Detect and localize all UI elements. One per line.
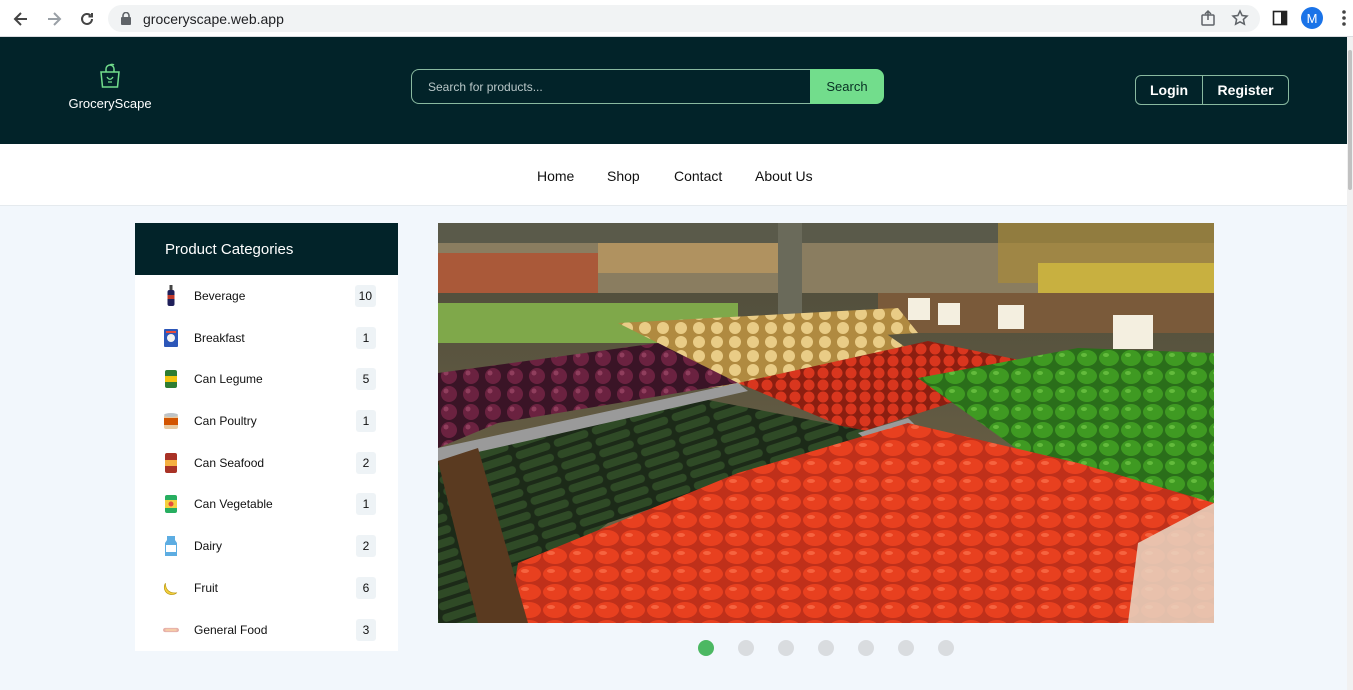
carousel-dot-5[interactable] — [858, 640, 874, 656]
milk-icon — [163, 535, 179, 557]
main-navigation: Home Shop Contact About Us — [0, 144, 1353, 206]
browser-toolbar: groceryscape.web.app M — [0, 0, 1353, 37]
carousel-dot-3[interactable] — [778, 640, 794, 656]
category-count: 6 — [356, 576, 376, 599]
address-bar[interactable]: groceryscape.web.app — [108, 5, 1260, 32]
hero-carousel-image[interactable] — [438, 223, 1214, 623]
category-item-fruit[interactable]: Fruit 6 — [135, 567, 398, 609]
category-count: 1 — [356, 410, 376, 433]
grocery-bag-icon — [100, 63, 120, 88]
category-item-beverage[interactable]: Beverage 10 — [135, 275, 398, 317]
bottle-icon — [163, 285, 179, 307]
nav-shop[interactable]: Shop — [607, 168, 640, 184]
product-categories-panel: Product Categories Beverage 10 Breakfast… — [135, 223, 398, 651]
nav-contact[interactable]: Contact — [674, 168, 722, 184]
category-count: 10 — [354, 285, 376, 307]
food-icon — [163, 619, 179, 641]
can-icon — [163, 452, 179, 474]
page-scrollbar-thumb[interactable] — [1348, 50, 1352, 190]
category-item-general-food[interactable]: General Food 3 — [135, 609, 398, 651]
forward-icon[interactable] — [41, 6, 67, 32]
category-count: 2 — [356, 535, 376, 558]
auth-buttons: Login Register — [1135, 75, 1289, 105]
category-item-can-poultry[interactable]: Can Poultry 1 — [135, 400, 398, 442]
side-panel-icon[interactable] — [1268, 6, 1292, 30]
search-input[interactable] — [411, 69, 811, 104]
categories-title: Product Categories — [135, 223, 398, 275]
produce-market-image — [438, 223, 1214, 623]
category-count: 1 — [356, 493, 376, 516]
can-icon — [163, 368, 179, 390]
category-count: 1 — [356, 326, 376, 349]
carousel-dot-7[interactable] — [938, 640, 954, 656]
category-count: 2 — [356, 451, 376, 474]
nav-about-us[interactable]: About Us — [755, 168, 813, 184]
category-label: Can Seafood — [194, 455, 265, 470]
category-item-can-legume[interactable]: Can Legume 5 — [135, 358, 398, 400]
reload-icon[interactable] — [74, 6, 100, 32]
profile-avatar[interactable]: M — [1301, 7, 1323, 29]
category-label: Fruit — [194, 580, 218, 595]
carousel-dot-4[interactable] — [818, 640, 834, 656]
category-label: Can Legume — [194, 372, 263, 387]
category-label: Dairy — [194, 539, 223, 554]
category-item-dairy[interactable]: Dairy 2 — [135, 525, 398, 567]
back-icon[interactable] — [8, 6, 34, 32]
category-label: General Food — [194, 622, 268, 637]
carousel-dot-6[interactable] — [898, 640, 914, 656]
category-label: Beverage — [194, 289, 246, 303]
menu-kebab-icon[interactable] — [1332, 6, 1353, 30]
site-header: GroceryScape Search Login Register — [0, 37, 1353, 144]
category-label: Can Poultry — [194, 414, 257, 429]
category-count: 5 — [356, 368, 376, 391]
lock-icon — [121, 11, 131, 30]
login-button[interactable]: Login — [1136, 76, 1204, 104]
nav-home[interactable]: Home — [537, 168, 574, 184]
can-icon — [163, 410, 179, 432]
category-item-breakfast[interactable]: Breakfast 1 — [135, 317, 398, 359]
category-count: 3 — [356, 618, 376, 641]
share-icon[interactable] — [1197, 6, 1221, 30]
site-logo[interactable]: GroceryScape — [60, 63, 160, 111]
category-item-can-seafood[interactable]: Can Seafood 2 — [135, 442, 398, 484]
carousel-dot-1[interactable] — [698, 640, 714, 656]
category-label: Breakfast — [194, 330, 245, 345]
bookmark-star-icon[interactable] — [1228, 6, 1252, 30]
brand-name: GroceryScape — [68, 96, 152, 111]
cereal-box-icon — [163, 327, 179, 349]
search-button[interactable]: Search — [810, 69, 884, 104]
carousel-dot-2[interactable] — [738, 640, 754, 656]
can-icon — [163, 493, 179, 515]
url-text: groceryscape.web.app — [143, 11, 284, 27]
category-item-can-vegetable[interactable]: Can Vegetable 1 — [135, 483, 398, 525]
search-bar: Search — [411, 69, 884, 104]
register-button[interactable]: Register — [1203, 76, 1288, 104]
category-label: Can Vegetable — [194, 497, 273, 512]
category-list: Beverage 10 Breakfast 1 Can Legume 5 Can… — [135, 275, 398, 650]
banana-icon — [163, 577, 179, 599]
